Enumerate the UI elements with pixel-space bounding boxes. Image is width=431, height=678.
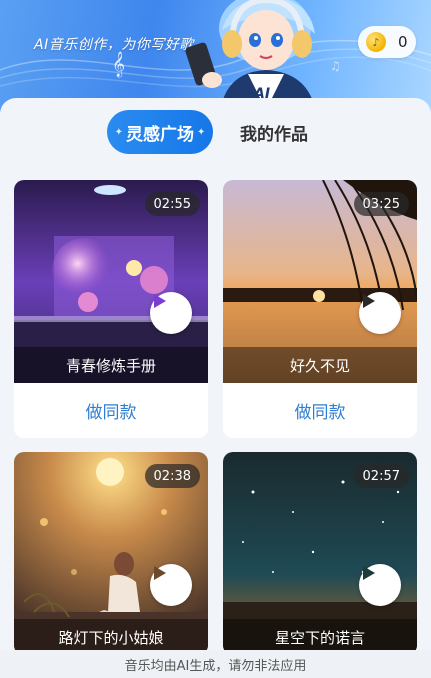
song-cover: 02:38 路灯下的小姑娘 (14, 452, 208, 655)
make-same-button[interactable]: 做同款 (223, 383, 417, 438)
song-card[interactable]: 02:38 路灯下的小姑娘 (14, 452, 208, 655)
sparkle-icon: ✦ (114, 126, 123, 138)
tab-label: 灵感广场 (126, 124, 194, 145)
tab-label: 我的作品 (240, 124, 308, 145)
song-card[interactable]: 03:25 好久不见 做同款 (223, 180, 417, 438)
play-button[interactable] (150, 564, 192, 606)
tab-inspiration-square[interactable]: ✦ 灵感广场 ✦ (107, 110, 213, 154)
treble-clef-icon: 𝄞 (112, 52, 126, 77)
duration-badge: 02:55 (144, 192, 200, 216)
coin-count: 0 (398, 33, 408, 51)
tab-bar: ✦ 灵感广场 ✦ 我的作品 (0, 110, 431, 154)
duration-badge: 02:38 (144, 464, 200, 488)
ai-mascot-illustration: AI (185, 0, 316, 112)
ai-disclaimer: 音乐均由AI生成，请勿非法应用 (0, 650, 431, 678)
play-icon (363, 294, 375, 308)
sparkle-icon: ✦ (197, 126, 206, 138)
song-card[interactable]: 02:55 青春修炼手册 做同款 (14, 180, 208, 438)
header-banner: ♪ ♫ AI音乐创作，为你写好歌 𝄞 AI ♪ 0 (0, 0, 431, 112)
play-icon (154, 294, 166, 308)
song-title: 好久不见 (223, 347, 417, 383)
duration-badge: 03:25 (353, 192, 409, 216)
song-card[interactable]: 02:57 星空下的诺言 (223, 452, 417, 655)
play-icon (363, 566, 375, 580)
song-cover: 03:25 好久不见 (223, 180, 417, 383)
play-button[interactable] (359, 564, 401, 606)
tab-my-works[interactable]: 我的作品 (240, 110, 308, 154)
song-cover: 02:55 青春修炼手册 (14, 180, 208, 383)
make-same-button[interactable]: 做同款 (14, 383, 208, 438)
coin-balance[interactable]: ♪ 0 (358, 26, 416, 58)
play-icon (154, 566, 166, 580)
song-title: 青春修炼手册 (14, 347, 208, 383)
music-coin-icon: ♪ (366, 32, 386, 52)
play-button[interactable] (359, 292, 401, 334)
duration-badge: 02:57 (353, 464, 409, 488)
play-button[interactable] (150, 292, 192, 334)
song-cover: 02:57 星空下的诺言 (223, 452, 417, 655)
